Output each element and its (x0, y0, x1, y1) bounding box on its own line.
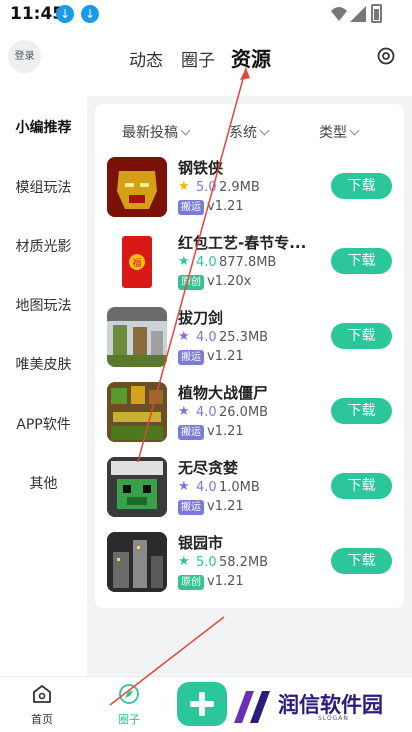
watermark: 润信软件园 SLOGAN (232, 689, 392, 725)
resource-size: 58.2MB (219, 555, 269, 570)
signal-icon (350, 6, 366, 22)
watermark-logo-icon (234, 691, 270, 723)
sidebar-item-editor-picks[interactable]: 小编推荐 (0, 117, 87, 137)
system-filter[interactable]: 系统 (229, 122, 270, 142)
status-bar: 11:45 ↓ ↓ (0, 0, 412, 28)
resource-badge: 搬运 (178, 425, 204, 440)
sort-filter-label: 最新投稿 (122, 125, 178, 141)
list-item[interactable]: 银园市 ★ 5.0 58.2MB 原创 v1.21 下载 (105, 532, 401, 598)
resource-badge: 搬运 (178, 350, 204, 365)
resource-rating: 5.0 (196, 555, 217, 570)
resource-size: 25.3MB (219, 330, 269, 345)
chevron-down-icon (259, 125, 270, 136)
sidebar-item-textures[interactable]: 材质光影 (0, 236, 87, 256)
resource-version: v1.21 (207, 499, 244, 514)
resource-size: 2.9MB (219, 180, 260, 195)
download-button[interactable]: 下载 (331, 548, 392, 574)
resource-size: 26.0MB (219, 405, 269, 420)
resource-thumbnail (107, 382, 167, 442)
resource-rating: 4.0 (196, 405, 217, 420)
sidebar-item-maps[interactable]: 地图玩法 (0, 295, 87, 315)
resource-thumbnail (107, 157, 167, 217)
add-button[interactable] (177, 682, 227, 726)
download-button[interactable]: 下载 (331, 398, 392, 424)
resource-title: 银园市 (178, 534, 224, 552)
sort-filter[interactable]: 最新投稿 (122, 122, 191, 142)
list-item[interactable]: 福 红包工艺-春节专... ★ 4.0 877.8MB 原创 v1.20x 下载 (105, 232, 401, 298)
resource-badge: 原创 (178, 575, 204, 590)
login-button[interactable]: 登录 (8, 40, 41, 73)
download-button[interactable]: 下载 (331, 248, 392, 274)
download-notification-icon: ↓ (81, 5, 99, 23)
download-button[interactable]: 下载 (331, 173, 392, 199)
list-item[interactable]: 拔刀剑 ★ 4.0 25.3MB 搬运 v1.21 下载 (105, 307, 401, 373)
svg-text:福: 福 (132, 257, 141, 269)
star-icon: ★ (178, 329, 190, 344)
resource-thumbnail (107, 532, 167, 592)
download-notification-icon: ↓ (56, 5, 74, 23)
sidebar-item-other[interactable]: 其他 (0, 473, 87, 493)
wifi-icon (331, 7, 347, 21)
star-icon: ★ (178, 254, 190, 269)
resource-title: 植物大战僵尸 (178, 384, 269, 402)
list-item[interactable]: 植物大战僵尸 ★ 4.0 26.0MB 搬运 v1.21 下载 (105, 382, 401, 448)
resource-badge: 搬运 (178, 500, 204, 515)
settings-icon[interactable] (376, 46, 396, 66)
star-icon: ★ (178, 479, 190, 494)
resource-version: v1.21 (207, 574, 244, 589)
chevron-down-icon (180, 125, 191, 136)
resource-rating: 4.0 (196, 255, 217, 270)
resource-thumbnail: 福 (107, 232, 167, 292)
resource-version: v1.21 (207, 349, 244, 364)
resource-title: 无尽贪婪 (178, 459, 239, 477)
resource-rating: 4.0 (196, 330, 217, 345)
type-filter-label: 类型 (319, 125, 347, 141)
resource-rating: 4.0 (196, 480, 217, 495)
nav-home-label[interactable]: 首页 (31, 711, 53, 727)
resource-version: v1.21 (207, 424, 244, 439)
resource-version: v1.20x (207, 274, 252, 289)
resource-size: 1.0MB (219, 480, 260, 495)
resource-thumbnail (107, 457, 167, 517)
chevron-down-icon (349, 125, 360, 136)
download-button[interactable]: 下载 (331, 323, 392, 349)
sidebar-item-mods[interactable]: 模组玩法 (0, 177, 87, 197)
download-button[interactable]: 下载 (331, 473, 392, 499)
nav-circle-label[interactable]: 圈子 (118, 711, 140, 727)
system-filter-label: 系统 (229, 125, 257, 141)
compass-icon[interactable] (118, 683, 140, 705)
list-item[interactable]: 无尽贪婪 ★ 4.0 1.0MB 搬运 v1.21 下载 (105, 457, 401, 523)
resource-thumbnail (107, 307, 167, 367)
resource-size: 877.8MB (219, 255, 277, 270)
star-icon: ★ (178, 179, 190, 194)
home-icon[interactable] (31, 683, 53, 705)
list-item[interactable]: 钢铁侠 ★ 5.0 2.9MB 搬运 v1.21 下载 (105, 157, 401, 223)
star-icon: ★ (178, 554, 190, 569)
star-icon: ★ (178, 404, 190, 419)
resource-title: 钢铁侠 (178, 159, 224, 177)
sidebar-item-skins[interactable]: 唯美皮肤 (0, 354, 87, 374)
resource-title: 拔刀剑 (178, 309, 224, 327)
resource-rating: 5.0 (196, 180, 217, 195)
type-filter[interactable]: 类型 (319, 122, 360, 142)
battery-icon (371, 4, 382, 23)
resource-badge: 原创 (178, 275, 204, 290)
resource-version: v1.21 (207, 199, 244, 214)
tab-dynamic[interactable]: 动态 (129, 46, 163, 71)
tab-resources[interactable]: 资源 (231, 43, 271, 72)
resource-title: 红包工艺-春节专... (178, 234, 307, 252)
sidebar-item-apps[interactable]: APP软件 (0, 414, 87, 434)
watermark-slogan: SLOGAN (318, 715, 349, 722)
tab-circle[interactable]: 圈子 (181, 46, 215, 71)
resource-badge: 搬运 (178, 200, 204, 215)
